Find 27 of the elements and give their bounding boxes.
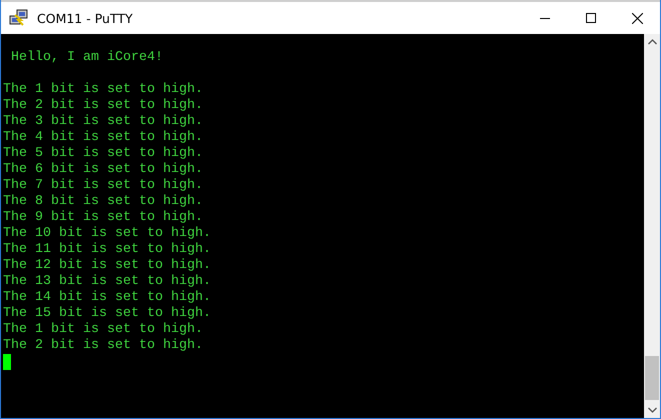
text-cursor — [3, 354, 11, 370]
terminal-line: The 2 bit is set to high. — [2, 338, 204, 354]
terminal-line: The 12 bit is set to high. — [2, 258, 212, 274]
terminal-line: The 9 bit is set to high. — [2, 210, 204, 226]
terminal-line: The 1 bit is set to high. — [2, 82, 204, 98]
terminal-line: The 14 bit is set to high. — [2, 290, 212, 306]
scroll-down-icon[interactable] — [648, 407, 656, 413]
scroll-up-icon[interactable] — [648, 39, 656, 45]
terminal-line: Hello, I am iCore4! — [10, 50, 164, 66]
terminal-line: The 13 bit is set to high. — [2, 274, 212, 290]
computer-icon — [9, 9, 29, 27]
terminal-line: The 5 bit is set to high. — [2, 146, 204, 162]
terminal-line: The 3 bit is set to high. — [2, 114, 204, 130]
terminal-line: The 6 bit is set to high. — [2, 162, 204, 178]
terminal-line: The 11 bit is set to high. — [2, 242, 212, 258]
scroll-thumb[interactable] — [645, 356, 659, 400]
terminal-line: The 1 bit is set to high. — [2, 322, 204, 338]
close-icon — [632, 12, 642, 24]
terminal-line: The 7 bit is set to high. — [2, 178, 204, 194]
terminal-line: The 2 bit is set to high. — [2, 98, 204, 114]
terminal-line: The 15 bit is set to high. — [2, 306, 212, 322]
terminal-line: The 10 bit is set to high. — [2, 226, 212, 242]
terminal-line: The 8 bit is set to high. — [2, 194, 204, 210]
maximize-icon — [586, 13, 596, 23]
terminal-line: The 4 bit is set to high. — [2, 130, 204, 146]
window-title: COM11 - PuTTY — [37, 10, 133, 26]
scrollbar[interactable] — [644, 34, 660, 418]
